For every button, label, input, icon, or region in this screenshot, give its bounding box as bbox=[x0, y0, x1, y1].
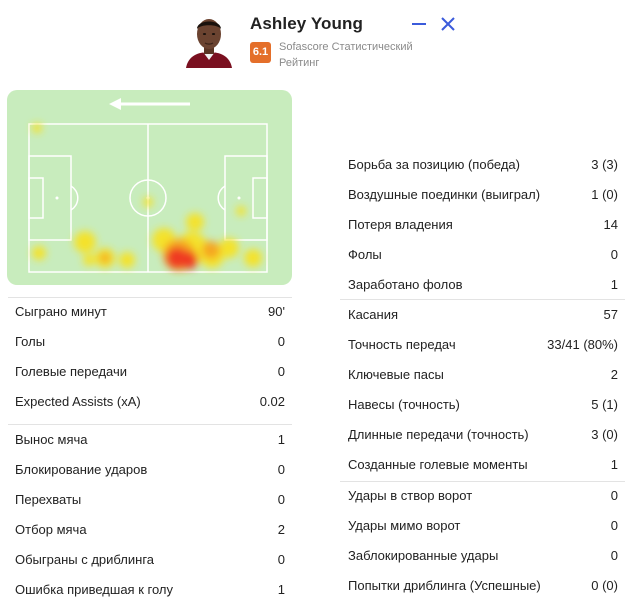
stat-value: 1 bbox=[610, 457, 618, 472]
stat-value: 0 bbox=[277, 552, 285, 567]
stat-value: 2 bbox=[610, 367, 618, 382]
stat-row: Потеря владения 14 bbox=[348, 213, 618, 237]
stat-label: Борьба за позицию (победа) bbox=[348, 157, 520, 172]
stat-value: 1 bbox=[277, 432, 285, 447]
stat-label: Блокирование ударов bbox=[15, 462, 148, 477]
heatmap bbox=[7, 90, 292, 285]
stat-label: Ошибка приведшая к голу bbox=[15, 582, 173, 597]
stat-row: Отбор мяча 2 bbox=[15, 518, 285, 542]
attack-direction-arrow-icon bbox=[109, 98, 190, 110]
stat-row: Борьба за позицию (победа) 3 (3) bbox=[348, 153, 618, 177]
stat-value: 0 bbox=[277, 364, 285, 379]
stat-label: Голы bbox=[15, 334, 46, 349]
stat-row: Созданные голевые моменты 1 bbox=[348, 453, 618, 477]
player-name: Ashley Young bbox=[250, 14, 363, 33]
stat-row: Навесы (точность) 5 (1) bbox=[348, 393, 618, 417]
stat-row: Заблокированные удары 0 bbox=[348, 544, 618, 568]
stat-label: Созданные голевые моменты bbox=[348, 457, 528, 472]
stat-label: Длинные передачи (точность) bbox=[348, 427, 529, 442]
stat-value: 3 (0) bbox=[591, 427, 618, 442]
stat-value: 57 bbox=[603, 307, 618, 322]
stat-label: Сыграно минут bbox=[15, 304, 107, 319]
stat-value: 3 (3) bbox=[591, 157, 618, 172]
minimize-icon[interactable] bbox=[409, 14, 429, 34]
stat-label: Expected Assists (xA) bbox=[15, 394, 141, 409]
section-divider bbox=[8, 297, 292, 298]
stat-value: 1 bbox=[277, 582, 285, 597]
stat-value: 90' bbox=[268, 304, 285, 319]
stat-value: 0 bbox=[277, 334, 285, 349]
stat-row: Фолы 0 bbox=[348, 243, 618, 267]
stat-row: Expected Assists (xA) 0.02 bbox=[15, 390, 285, 414]
close-icon[interactable] bbox=[438, 14, 458, 34]
stat-row: Блокирование ударов 0 bbox=[15, 458, 285, 482]
stat-label: Потеря владения bbox=[348, 217, 453, 232]
stat-label: Попытки дриблинга (Успешные) bbox=[348, 578, 541, 593]
stat-value: 14 bbox=[603, 217, 618, 232]
stat-row: Касания 57 bbox=[348, 303, 618, 327]
stat-value: 2 bbox=[277, 522, 285, 537]
stat-row: Точность передач 33/41 (80%) bbox=[348, 333, 618, 357]
stat-row: Длинные передачи (точность) 3 (0) bbox=[348, 423, 618, 447]
stat-row: Попытки дриблинга (Успешные) 0 (0) bbox=[348, 574, 618, 598]
stat-row: Ключевые пасы 2 bbox=[348, 363, 618, 387]
stat-value: 0 bbox=[610, 488, 618, 503]
stat-row: Обыграны с дриблинга 0 bbox=[15, 548, 285, 572]
stat-value: 5 (1) bbox=[591, 397, 618, 412]
stat-row: Заработано фолов 1 bbox=[348, 273, 618, 297]
stat-value: 0.02 bbox=[259, 394, 285, 409]
stat-value: 0 (0) bbox=[591, 578, 618, 593]
stat-row: Ошибка приведшая к голу 1 bbox=[15, 578, 285, 602]
stat-row: Удары в створ ворот 0 bbox=[348, 484, 618, 508]
stat-row: Перехваты 0 bbox=[15, 488, 285, 512]
stat-label: Обыграны с дриблинга bbox=[15, 552, 155, 567]
section-divider bbox=[8, 424, 292, 425]
stat-value: 33/41 (80%) bbox=[547, 337, 618, 352]
stat-value: 0 bbox=[277, 462, 285, 477]
stat-value: 1 bbox=[610, 277, 618, 292]
stat-value: 1 (0) bbox=[591, 187, 618, 202]
stat-label: Касания bbox=[348, 307, 399, 322]
stat-row: Голевые передачи 0 bbox=[15, 360, 285, 384]
stat-label: Точность передач bbox=[348, 337, 456, 352]
stat-row: Голы 0 bbox=[15, 330, 285, 354]
player-avatar bbox=[172, 12, 246, 68]
section-divider bbox=[340, 299, 625, 300]
stat-row: Сыграно минут 90' bbox=[15, 300, 285, 324]
stat-row: Удары мимо ворот 0 bbox=[348, 514, 618, 538]
section-divider bbox=[340, 481, 625, 482]
stat-label: Воздушные поединки (выиграл) bbox=[348, 187, 541, 202]
rating-label: Sofascore Статистический Рейтинг bbox=[279, 41, 413, 69]
stat-value: 0 bbox=[277, 492, 285, 507]
stat-value: 0 bbox=[610, 518, 618, 533]
stat-label: Отбор мяча bbox=[15, 522, 87, 537]
stat-row: Воздушные поединки (выиграл) 1 (0) bbox=[348, 183, 618, 207]
stat-label: Перехваты bbox=[15, 492, 82, 507]
stat-label: Фолы bbox=[348, 247, 382, 262]
stat-label: Удары в створ ворот bbox=[348, 488, 473, 503]
stat-label: Голевые передачи bbox=[15, 364, 128, 379]
stat-value: 0 bbox=[610, 247, 618, 262]
stat-value: 0 bbox=[610, 548, 618, 563]
stat-label: Удары мимо ворот bbox=[348, 518, 461, 533]
stat-label: Ключевые пасы bbox=[348, 367, 444, 382]
stat-row: Вынос мяча 1 bbox=[15, 428, 285, 452]
stat-label: Заблокированные удары bbox=[348, 548, 499, 563]
stat-label: Заработано фолов bbox=[348, 277, 463, 292]
stat-label: Вынос мяча bbox=[15, 432, 88, 447]
rating-badge: 6.1 bbox=[250, 42, 271, 63]
stat-label: Навесы (точность) bbox=[348, 397, 460, 412]
